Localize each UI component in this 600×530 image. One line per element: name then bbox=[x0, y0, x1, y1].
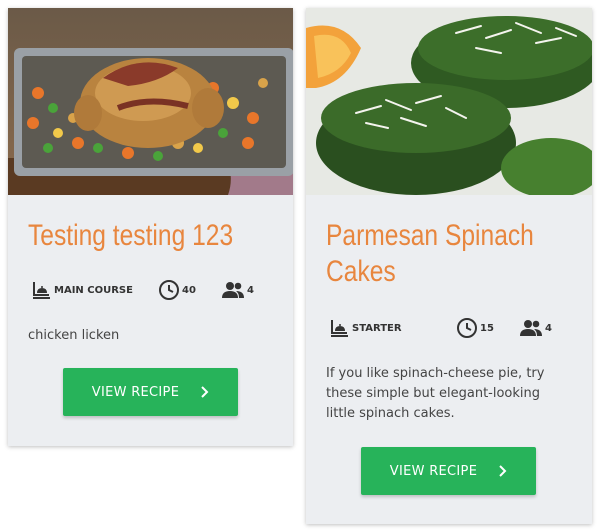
chevron-right-icon bbox=[499, 465, 507, 477]
view-recipe-label: VIEW RECIPE bbox=[389, 463, 478, 479]
recipe-meta: MAIN COURSE 40 4 bbox=[28, 278, 283, 302]
course-label: STARTER bbox=[352, 322, 402, 334]
recipe-card: Testing testing 123 MAIN COURSE 40 4 chi… bbox=[8, 8, 293, 446]
servings-value: 4 bbox=[545, 322, 552, 334]
recipe-title[interactable]: Testing testing 123 bbox=[28, 218, 234, 254]
people-icon bbox=[222, 282, 244, 298]
time-value: 40 bbox=[182, 284, 196, 296]
course-icon bbox=[33, 282, 50, 299]
course-icon bbox=[331, 320, 348, 337]
view-recipe-button[interactable]: VIEW RECIPE bbox=[361, 447, 536, 495]
servings-info: 4 bbox=[221, 278, 254, 302]
people-icon bbox=[520, 320, 542, 336]
clock-icon bbox=[159, 280, 179, 300]
recipe-card: Parmesan Spinach Cakes STARTER 15 4 If y… bbox=[306, 8, 592, 524]
course-info: MAIN COURSE bbox=[30, 278, 133, 302]
servings-info: 4 bbox=[519, 316, 552, 340]
recipe-image[interactable] bbox=[306, 8, 592, 195]
time-value: 15 bbox=[480, 322, 494, 334]
servings-value: 4 bbox=[247, 284, 254, 296]
recipe-title-line-2[interactable]: Cakes bbox=[326, 254, 533, 290]
view-recipe-button[interactable]: VIEW RECIPE bbox=[63, 368, 238, 416]
recipe-title-line-1[interactable]: Parmesan Spinach bbox=[326, 218, 534, 254]
time-info: 40 bbox=[158, 278, 196, 302]
time-info: 15 bbox=[456, 316, 494, 340]
recipe-image[interactable] bbox=[8, 8, 293, 195]
recipe-description: If you like spinach-cheese pie, try thes… bbox=[326, 366, 545, 421]
clock-icon bbox=[457, 318, 477, 338]
course-label: MAIN COURSE bbox=[54, 284, 133, 296]
recipe-description: chicken licken bbox=[28, 328, 120, 343]
view-recipe-label: VIEW RECIPE bbox=[91, 384, 180, 400]
chevron-right-icon bbox=[201, 386, 209, 398]
course-info: STARTER bbox=[328, 316, 402, 340]
recipe-meta: STARTER 15 4 bbox=[326, 316, 582, 340]
